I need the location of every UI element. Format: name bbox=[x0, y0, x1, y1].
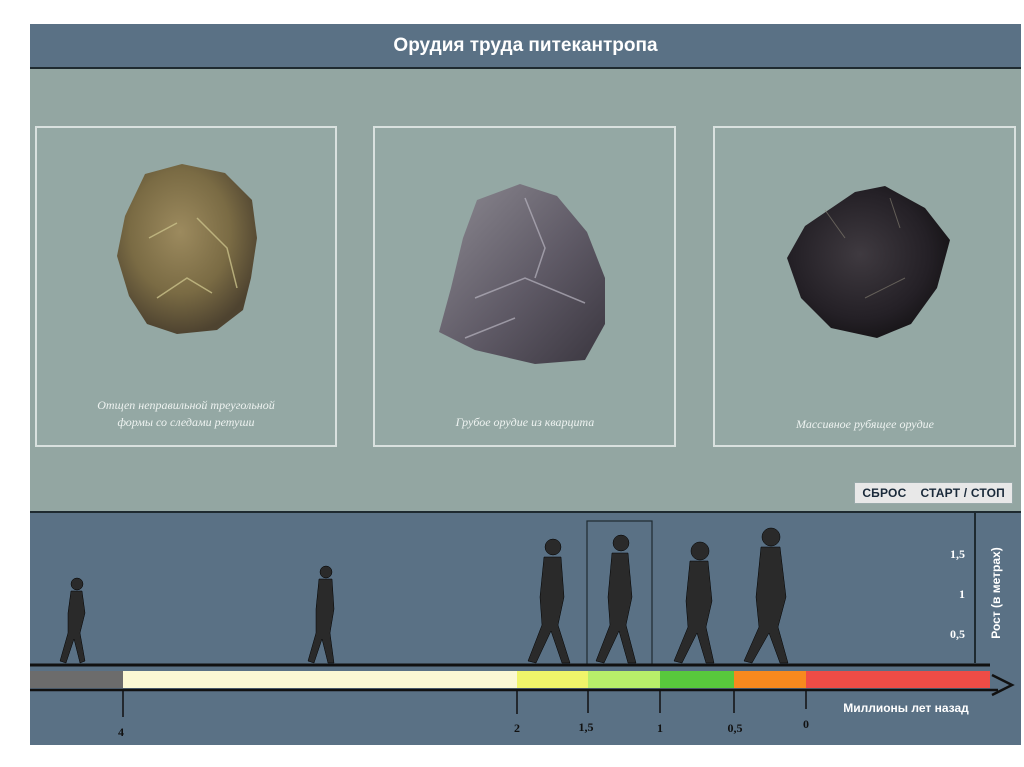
time-axis-arrow bbox=[991, 673, 1015, 697]
flake-stone-image: Отщеп неправильной треугольной формы со … bbox=[97, 164, 275, 429]
height-axis-title: Рост (в метрах) bbox=[989, 547, 1003, 638]
evolution-panel: 4 2 1,5 1 0,5 0 Миллионы лет назад 1,5 1… bbox=[30, 511, 1021, 745]
control-buttons: СБРОС СТАРТ / СТОП bbox=[854, 482, 1013, 504]
tool-card-flake[interactable]: Отщеп неправильной треугольной формы со … bbox=[35, 126, 337, 447]
time-tick-1-5: 1,5 bbox=[579, 720, 594, 734]
timeline-segment-grey bbox=[30, 671, 123, 688]
title-bar: Орудия труда питекантропа bbox=[30, 24, 1021, 69]
timeline-segment-yellow bbox=[517, 671, 588, 688]
timeline-segment-green bbox=[660, 671, 734, 688]
chopper-stone-image: Массивное рубящее орудие bbox=[787, 186, 950, 431]
timeline-segment-cream bbox=[123, 671, 517, 688]
main-frame: Орудия труда питекантропа Отщеп неправил… bbox=[30, 24, 1021, 745]
time-axis-title: Миллионы лет назад bbox=[843, 701, 969, 715]
time-tick-0: 0 bbox=[803, 717, 809, 731]
tool-card-chopper[interactable]: Массивное рубящее орудие bbox=[713, 126, 1016, 447]
tool-card-quartzite[interactable]: Грубое орудие из кварцита bbox=[373, 126, 676, 447]
reset-button[interactable]: СБРОС bbox=[855, 483, 913, 503]
hominid-figure-6[interactable] bbox=[743, 527, 789, 664]
time-tick-2: 2 bbox=[514, 721, 520, 735]
time-axis-ticks bbox=[122, 690, 807, 717]
time-tick-1: 1 bbox=[657, 721, 663, 735]
start-stop-button[interactable]: СТАРТ / СТОП bbox=[913, 483, 1012, 503]
hominid-figure-5[interactable] bbox=[673, 541, 715, 664]
timeline-bar bbox=[30, 671, 990, 688]
timeline-segment-red bbox=[806, 671, 990, 688]
quartzite-stone-image: Грубое орудие из кварцита bbox=[439, 184, 605, 429]
hominid-figure-2[interactable] bbox=[307, 565, 335, 664]
hominid-figure-4[interactable] bbox=[595, 534, 637, 664]
height-tick-1: 1 bbox=[959, 587, 965, 601]
time-tick-0-5: 0,5 bbox=[728, 721, 743, 735]
height-tick-1-5: 1,5 bbox=[950, 547, 965, 561]
timeline-segment-orange bbox=[734, 671, 806, 688]
timeline-segment-lightgreen bbox=[588, 671, 660, 688]
evolution-timeline: 4 2 1,5 1 0,5 0 Миллионы лет назад 1,5 1… bbox=[30, 513, 1015, 739]
tool-caption-3: Массивное рубящее орудие bbox=[795, 417, 935, 431]
hominid-figures bbox=[59, 527, 789, 664]
hominid-figure-1[interactable] bbox=[59, 577, 86, 664]
time-tick-4: 4 bbox=[118, 725, 124, 739]
tool-caption-1b: формы со следами ретуши bbox=[117, 415, 254, 429]
hominid-figure-3[interactable] bbox=[527, 538, 571, 664]
tool-caption-1a: Отщеп неправильной треугольной bbox=[97, 398, 275, 412]
tool-caption-2: Грубое орудие из кварцита bbox=[455, 415, 595, 429]
height-tick-0-5: 0,5 bbox=[950, 627, 965, 641]
page-title: Орудия труда питекантропа bbox=[393, 35, 658, 56]
